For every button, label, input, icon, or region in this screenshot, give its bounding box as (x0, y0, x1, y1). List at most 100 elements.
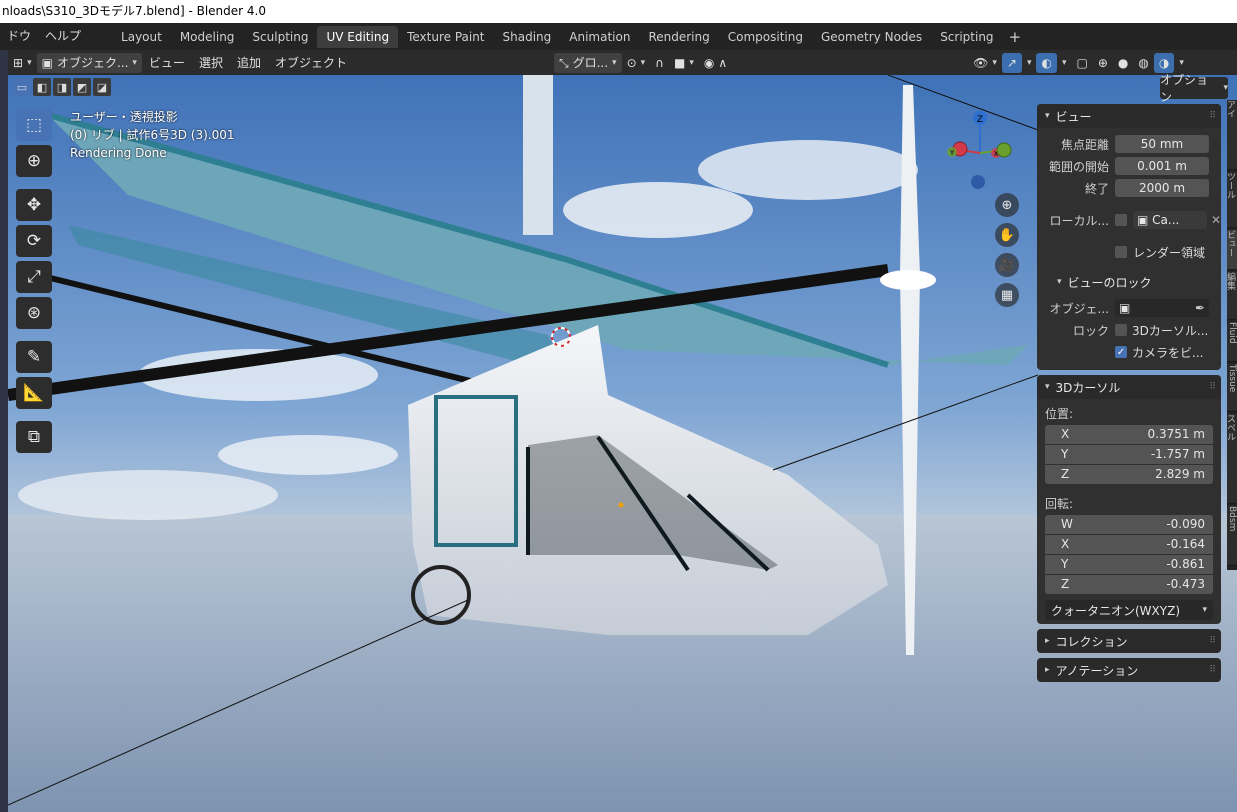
clear-icon[interactable]: ✕ (1211, 213, 1221, 227)
drag-grip-icon[interactable]: ⠿ (1209, 665, 1216, 675)
gizmo-neg-z-handle[interactable] (971, 175, 985, 189)
sidebar-tab-edit[interactable]: 編集 (1227, 272, 1237, 320)
shading-dropdown[interactable]: ▾ (1174, 53, 1189, 73)
tab-animation[interactable]: Animation (560, 26, 639, 48)
menu-view[interactable]: ビュー (142, 54, 192, 71)
select-extend-button[interactable]: ◧ (33, 78, 51, 96)
menu-select[interactable]: 選択 (192, 54, 230, 71)
xray-toggle[interactable]: ▢ (1072, 53, 1093, 73)
rotation-w-field[interactable]: W -0.090 (1045, 515, 1213, 534)
gizmo-y-handle[interactable] (996, 142, 1012, 158)
shading-solid[interactable]: ● (1113, 53, 1133, 73)
scale-tool[interactable]: ⤢ (16, 261, 52, 293)
cloud (698, 140, 918, 200)
move-tool[interactable]: ✥ (16, 189, 52, 221)
select-subtract-button[interactable]: ◨ (53, 78, 71, 96)
clip-end-field[interactable]: 2000 m (1115, 179, 1209, 197)
overlay-toggle[interactable]: ◐ (1036, 52, 1057, 73)
pan-button[interactable]: ✋ (995, 223, 1019, 247)
navigation-gizmo[interactable]: Z Y X (940, 108, 1030, 196)
sidebar-tab-view[interactable]: ビュー (1227, 230, 1237, 270)
collections-panel-header[interactable]: ▸ コレクション ⠿ (1037, 629, 1221, 653)
eyedropper-icon[interactable]: ✒ (1195, 301, 1205, 315)
drag-grip-icon[interactable]: ⠿ (1209, 636, 1216, 646)
transform-orientation-selector[interactable]: ⤡ グロ... ▾ (553, 52, 622, 73)
view-lock-header[interactable]: ▾ ビューのロック (1037, 270, 1221, 294)
pivot-point-button[interactable]: ⊙ ▾ (622, 53, 651, 73)
snap-target-button[interactable]: ■ ▾ (669, 53, 699, 73)
snap-toggle[interactable]: ∩ (650, 53, 669, 73)
sidebar-tab-item[interactable]: アイ (1227, 100, 1237, 170)
select-intersect-icon: ◪ (96, 80, 108, 94)
render-region-checkbox[interactable] (1115, 246, 1127, 258)
tab-scripting[interactable]: Scripting (931, 26, 1002, 48)
proportional-edit-button[interactable]: ◉ ∧ (699, 53, 732, 73)
gizmo-toggle[interactable]: ↗ (1001, 52, 1022, 73)
select-tool[interactable]: ⬚ (16, 109, 52, 141)
select-intersect-button[interactable]: ◪ (93, 78, 111, 96)
gizmo-dropdown[interactable]: ▾ (1022, 53, 1037, 73)
tab-compositing[interactable]: Compositing (719, 26, 812, 48)
gizmo-z-label: Z (977, 115, 983, 125)
tab-shading[interactable]: Shading (494, 26, 561, 48)
visibility-button[interactable]: 👁 ▾ (968, 53, 1002, 73)
location-z-field[interactable]: Z 2.829 m (1045, 465, 1213, 484)
tab-uv-editing[interactable]: UV Editing (317, 25, 399, 48)
tab-modeling[interactable]: Modeling (171, 26, 244, 48)
camera-view-button[interactable]: 🎥 (995, 253, 1019, 277)
sidebar-tab-fluid[interactable]: Fluid (1227, 322, 1237, 362)
sidebar-tab-spell[interactable]: スペル (1227, 414, 1237, 504)
cursor-tool[interactable]: ⊕ (16, 145, 52, 177)
rotation-y-field[interactable]: Y -0.861 (1045, 555, 1213, 574)
menu-help[interactable]: ヘルプ (38, 23, 88, 50)
add-cube-tool[interactable]: ⧉ (16, 421, 52, 453)
viewport-info-overlay: ユーザー・透視投影 (0) リブ | 試作6号3D (3).001 Render… (70, 108, 235, 162)
shading-rendered[interactable]: ◑ (1153, 52, 1175, 73)
tab-layout[interactable]: Layout (112, 26, 171, 48)
local-camera-checkbox[interactable] (1114, 214, 1127, 226)
lock-camera-checkbox[interactable]: ✓ (1115, 346, 1127, 358)
tab-texture-paint[interactable]: Texture Paint (398, 26, 493, 48)
annotate-tool[interactable]: ✎ (16, 341, 52, 373)
lock-cursor-checkbox[interactable] (1115, 324, 1127, 336)
sidebar-tab-tissue[interactable]: Tissue (1227, 364, 1237, 412)
zoom-button[interactable]: ⊕ (995, 193, 1019, 217)
sidebar-tab-bdsm[interactable]: Bdsm (1227, 506, 1237, 566)
rotate-tool[interactable]: ⟳ (16, 225, 52, 257)
local-camera-field[interactable]: ▣ Ca... (1132, 211, 1207, 229)
menu-add[interactable]: 追加 (230, 54, 268, 71)
measure-tool[interactable]: 📐 (16, 377, 52, 409)
rotation-mode-dropdown[interactable]: クォータニオン(WXYZ) ▾ (1045, 600, 1213, 620)
transform-tool[interactable]: ⊛ (16, 297, 52, 329)
tab-sculpting[interactable]: Sculpting (243, 26, 317, 48)
perspective-toggle-button[interactable]: ▦ (995, 283, 1019, 307)
sidebar-tab-tool[interactable]: ツール (1227, 172, 1237, 228)
rotation-x-field[interactable]: X -0.164 (1045, 535, 1213, 554)
tab-geometry-nodes[interactable]: Geometry Nodes (812, 26, 931, 48)
editor-type-button[interactable]: ⊞ ▾ (8, 53, 37, 73)
select-invert-button[interactable]: ◩ (73, 78, 91, 96)
view-panel-header[interactable]: ▾ ビュー ⠿ (1037, 104, 1221, 128)
rotation-z-field[interactable]: Z -0.473 (1045, 575, 1213, 594)
shading-wireframe[interactable]: ⊕ (1093, 53, 1113, 73)
select-invert-icon: ◩ (76, 80, 88, 94)
clip-start-field[interactable]: 0.001 m (1115, 157, 1209, 175)
drag-grip-icon[interactable]: ⠿ (1209, 111, 1216, 121)
location-y-field[interactable]: Y -1.757 m (1045, 445, 1213, 464)
location-x-field[interactable]: X 0.3751 m (1045, 425, 1213, 444)
local-camera-value: Ca... (1152, 213, 1180, 227)
shading-material[interactable]: ◍ (1133, 53, 1153, 73)
add-workspace-button[interactable]: + (1003, 28, 1028, 46)
focal-length-field[interactable]: 50 mm (1115, 135, 1209, 153)
select-new-button[interactable]: ▭ (13, 78, 31, 96)
drag-grip-icon[interactable]: ⠿ (1209, 382, 1216, 392)
options-button[interactable]: オプション ▾ (1160, 73, 1228, 104)
3d-cursor-panel-header[interactable]: ▾ 3Dカーソル ⠿ (1037, 375, 1221, 399)
menu-window[interactable]: ドウ (0, 23, 38, 50)
menu-object[interactable]: オブジェクト (268, 54, 354, 71)
mode-selector[interactable]: ▣ オブジェク... ▾ (36, 52, 142, 73)
annotations-panel-header[interactable]: ▸ アノテーション ⠿ (1037, 658, 1221, 682)
tab-rendering[interactable]: Rendering (639, 26, 718, 48)
overlay-dropdown[interactable]: ▾ (1057, 53, 1072, 73)
view-lock-title: ビューのロック (1067, 275, 1152, 290)
